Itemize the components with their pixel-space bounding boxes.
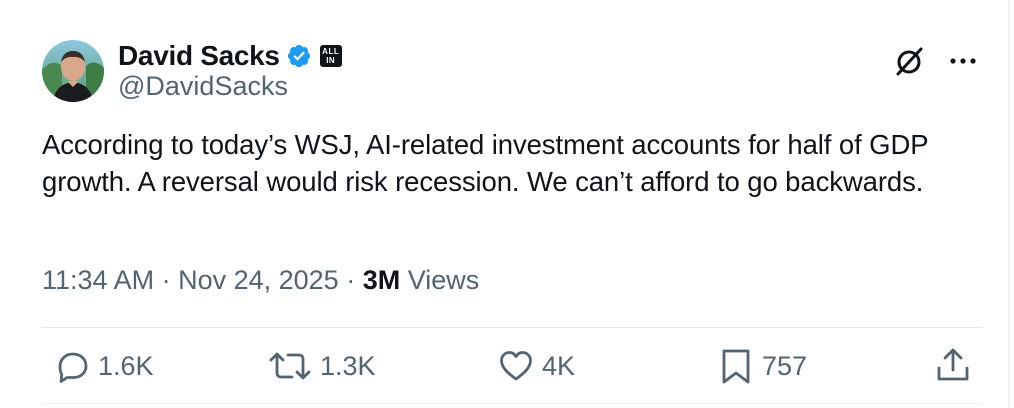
repost-count: 1.3K [320, 351, 376, 381]
tweet-date[interactable]: Nov 24, 2025 [178, 265, 339, 295]
like-icon [496, 346, 536, 386]
reply-icon [50, 346, 92, 386]
affiliate-badge-line-1: ALL [322, 47, 340, 56]
reply-count: 1.6K [98, 351, 154, 381]
tweet-card: David Sacks ALL IN @DavidSacks According… [0, 0, 1010, 408]
author-handle[interactable]: @DavidSacks [118, 69, 288, 103]
repost-button[interactable]: 1.3K [266, 346, 376, 386]
tweet-time[interactable]: 11:34 AM [42, 265, 154, 295]
views-label: Views [400, 265, 480, 295]
bookmark-icon [716, 346, 756, 386]
views-count: 3M [362, 265, 401, 295]
bookmark-button[interactable]: 757 [716, 346, 807, 386]
avatar[interactable] [42, 40, 104, 102]
like-count: 4K [542, 351, 576, 381]
divider [42, 327, 982, 328]
share-icon [933, 346, 973, 386]
like-button[interactable]: 4K [496, 346, 575, 386]
tweet-metadata: 11:34 AM · Nov 24, 2025 · 3M Views [42, 262, 479, 298]
more-icon[interactable] [946, 46, 980, 76]
bookmark-count: 757 [762, 351, 808, 381]
verified-icon[interactable] [286, 43, 312, 69]
repost-icon [266, 346, 314, 386]
tweet-text: According to today’s WSJ, AI-related inv… [42, 129, 936, 197]
reply-button[interactable]: 1.6K [50, 346, 154, 386]
affiliate-badge[interactable]: ALL IN [319, 45, 342, 67]
affiliate-badge-line-2: IN [326, 56, 336, 65]
bottom-border [42, 403, 982, 404]
grok-icon[interactable] [892, 44, 926, 78]
meta-separator: · [154, 265, 179, 295]
meta-separator: · [338, 265, 363, 295]
share-button[interactable] [933, 346, 973, 386]
